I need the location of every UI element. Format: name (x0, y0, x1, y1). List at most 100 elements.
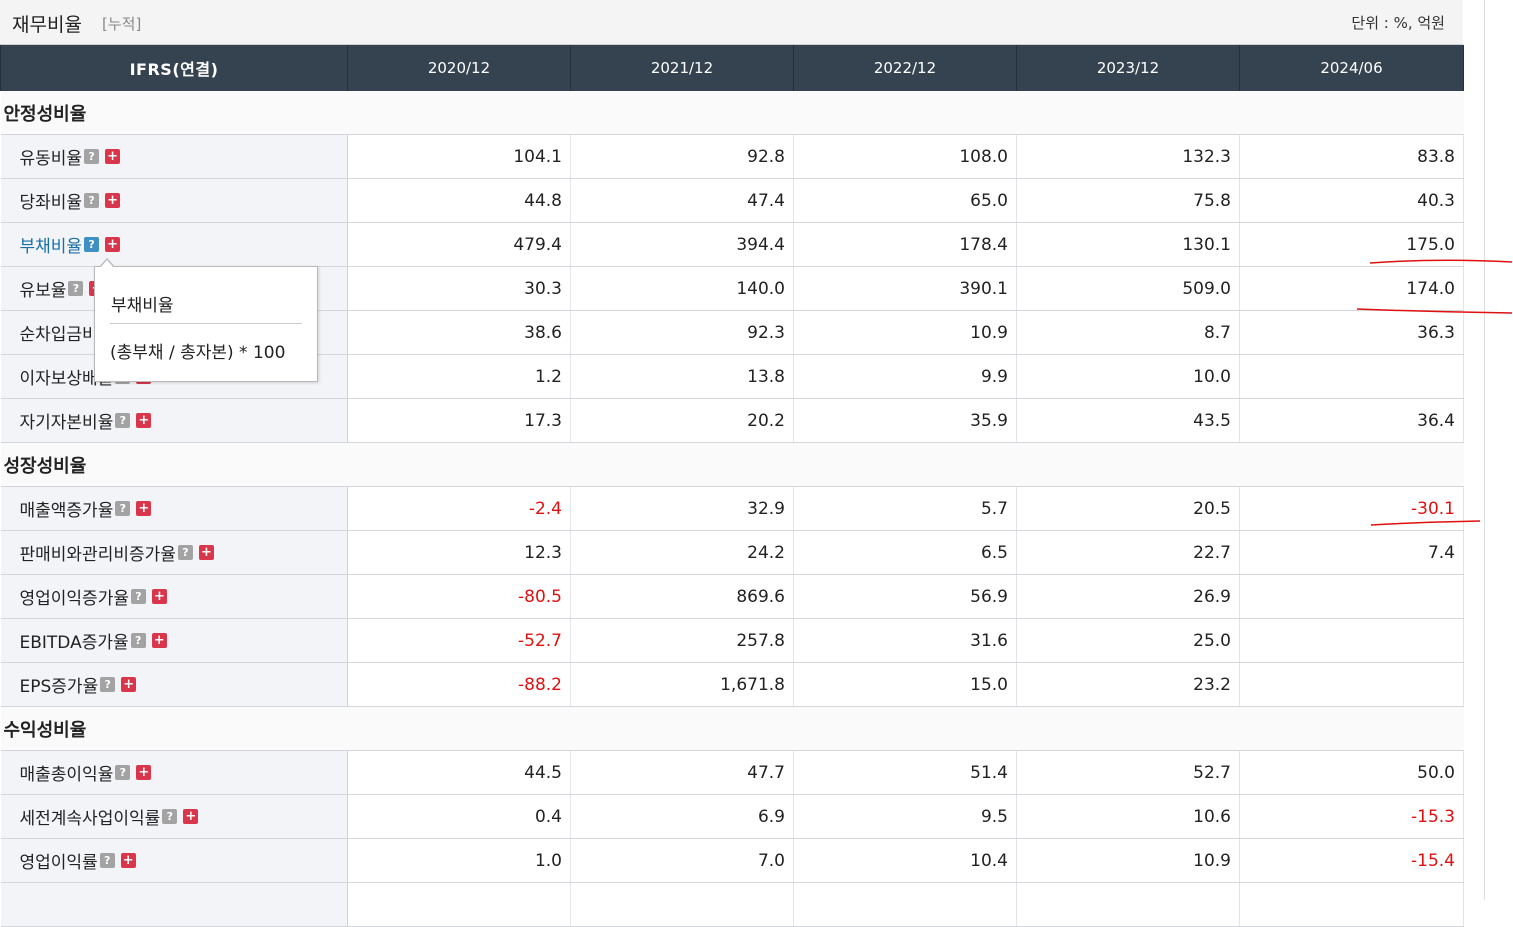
value-cell: -15.3 (1239, 794, 1464, 839)
row-label: 영업이익증가율 (19, 589, 129, 609)
row-label-cell: EPS증가율? + (0, 662, 348, 707)
table-row: 매출총이익율? +44.5 47.7 51.4 52.7 50.0 (0, 750, 1464, 795)
value-cell: 10.0 (1016, 354, 1240, 399)
question-icon[interactable]: ? (177, 545, 193, 560)
value-cell: 104.1 (347, 134, 571, 179)
question-icon[interactable]: ? (130, 633, 146, 648)
value-cell: 50.0 (1239, 750, 1464, 795)
question-icon[interactable]: ? (84, 149, 100, 164)
value-cell: 9.5 (793, 794, 1017, 839)
value-cell: 44.8 (347, 178, 571, 223)
value-cell: 75.8 (1016, 178, 1240, 223)
row-label: EBITDA증가율 (19, 633, 129, 653)
value-cell: -52.7 (347, 618, 571, 663)
value-cell (1239, 618, 1464, 663)
table-row: 유동비율? +104.1 92.8 108.0 132.3 83.8 (0, 134, 1464, 179)
value-cell: 140.0 (570, 266, 794, 311)
question-icon[interactable]: ? (68, 281, 84, 296)
scrollbar-track[interactable] (1484, 0, 1485, 900)
unit-label: 단위 : %, 억원 (1351, 14, 1445, 32)
question-icon[interactable]: ? (130, 589, 146, 604)
table-row: 세전계속사업이익률? +0.4 6.9 9.5 10.6 -15.3 (0, 794, 1464, 839)
value-cell: 10.6 (1016, 794, 1240, 839)
section-title: 수익성비율 (0, 706, 1464, 751)
row-label: 유보율 (19, 281, 67, 301)
table-row (0, 882, 1464, 927)
value-cell: -2.4 (347, 486, 571, 531)
column-header-period: 2020/12 (347, 45, 571, 91)
value-cell (347, 882, 571, 927)
panel-header: 재무비율 [누적] 단위 : %, 억원 (0, 0, 1463, 45)
question-icon[interactable]: ? (115, 501, 131, 516)
row-label-cell: 매출총이익율? + (0, 750, 348, 795)
row-label: 영업이익률 (19, 853, 98, 873)
plus-icon[interactable]: + (136, 501, 152, 516)
value-cell: 44.5 (347, 750, 571, 795)
question-icon[interactable]: ? (100, 677, 116, 692)
column-header-period: 2023/12 (1016, 45, 1240, 91)
plus-icon[interactable]: + (151, 589, 167, 604)
tooltip-popup: 부채비율 (총부채 / 총자본) * 100 (94, 258, 318, 382)
row-label-cell: 부채비율? + (0, 222, 348, 267)
plus-icon[interactable]: + (198, 545, 214, 560)
plus-icon[interactable]: + (136, 413, 152, 428)
tooltip-title: 부채비율 (111, 296, 174, 316)
value-cell (1239, 882, 1464, 927)
tooltip-divider (110, 323, 302, 324)
plus-icon[interactable]: + (105, 149, 121, 164)
plus-icon[interactable]: + (121, 677, 137, 692)
question-icon[interactable]: ? (99, 853, 115, 868)
value-cell (570, 882, 794, 927)
value-cell: 174.0 (1239, 266, 1464, 311)
tooltip-formula: (총부채 / 총자본) * 100 (110, 343, 286, 363)
value-cell: -30.1 (1239, 486, 1464, 531)
plus-icon[interactable]: + (183, 809, 199, 824)
value-cell: 83.8 (1239, 134, 1464, 179)
value-cell: 10.9 (793, 310, 1017, 355)
value-cell: 178.4 (793, 222, 1017, 267)
row-label: 매출총이익율 (19, 765, 114, 785)
value-cell: 26.9 (1016, 574, 1240, 619)
table-body: 안정성비율 유동비율? +104.1 92.8 108.0 132.3 83.8 당좌비율? +… (0, 91, 1464, 927)
column-header-label: IFRS(연결) (0, 45, 348, 91)
value-cell: 5.7 (793, 486, 1017, 531)
table-row: 영업이익률? +1.0 7.0 10.4 10.9 -15.4 (0, 838, 1464, 883)
plus-icon[interactable]: + (151, 633, 167, 648)
question-icon[interactable]: ? (84, 193, 100, 208)
value-cell: 394.4 (570, 222, 794, 267)
value-cell: 20.2 (570, 398, 794, 443)
value-cell: 36.3 (1239, 310, 1464, 355)
row-label[interactable]: 부채비율 (20, 237, 83, 257)
row-label-cell: 매출액증가율? + (0, 486, 348, 531)
section-title: 안정성비율 (0, 91, 1464, 135)
row-label-cell: 판매비와관리비증가율? + (0, 530, 348, 575)
value-cell: 132.3 (1016, 134, 1240, 179)
table-row: 당좌비율? +44.8 47.4 65.0 75.8 40.3 (0, 178, 1464, 223)
value-cell: 1,671.8 (570, 662, 794, 707)
value-cell: 65.0 (793, 178, 1017, 223)
value-cell: 1.0 (347, 838, 571, 883)
value-cell: 108.0 (793, 134, 1017, 179)
plus-icon[interactable]: + (105, 193, 121, 208)
plus-icon[interactable]: + (136, 765, 152, 780)
value-cell: 17.3 (347, 398, 571, 443)
row-label-cell: 유동비율? + (0, 134, 348, 179)
value-cell: 175.0 (1239, 222, 1464, 267)
value-cell: 51.4 (793, 750, 1017, 795)
row-label: 유동비율 (19, 149, 83, 169)
question-icon[interactable]: ? (115, 765, 131, 780)
table-header-row: IFRS(연결) 2020/12 2021/12 2022/12 2023/12… (0, 45, 1464, 91)
value-cell: 24.2 (570, 530, 794, 575)
value-cell (1016, 882, 1240, 927)
value-cell: 40.3 (1239, 178, 1464, 223)
plus-icon[interactable]: + (120, 853, 136, 868)
row-label-cell: 세전계속사업이익률? + (0, 794, 348, 839)
question-icon[interactable]: ? (115, 413, 131, 428)
value-cell: -80.5 (347, 574, 571, 619)
value-cell: 130.1 (1016, 222, 1240, 267)
plus-icon[interactable]: + (105, 237, 121, 252)
row-label-cell: 영업이익증가율? + (0, 574, 348, 619)
question-icon[interactable]: ? (162, 809, 178, 824)
question-icon[interactable]: ? (84, 237, 100, 252)
value-cell: 13.8 (570, 354, 794, 399)
